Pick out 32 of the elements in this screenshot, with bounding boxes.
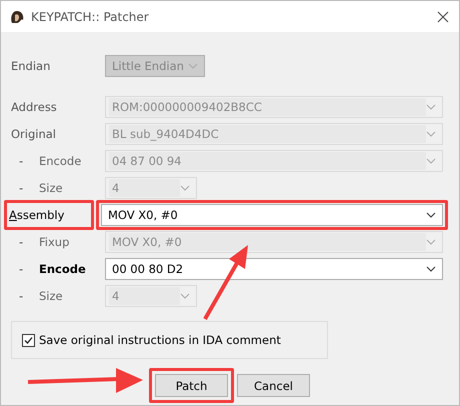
close-icon[interactable] <box>437 10 449 22</box>
window-title: KEYPATCH:: Patcher <box>31 10 150 24</box>
field-label: Assembly <box>9 208 64 222</box>
dropdown-field[interactable]: MOV X0, #0 <box>101 204 443 226</box>
chevron-icon <box>426 266 436 272</box>
field-label: Encode <box>38 262 86 276</box>
dash-mark: - <box>18 154 24 168</box>
app-icon <box>9 8 25 24</box>
chevron-icon <box>180 184 190 190</box>
chevron-icon <box>188 62 198 68</box>
field-label: Encode <box>38 154 82 168</box>
chevron-icon <box>426 130 436 136</box>
dash-mark: - <box>18 234 24 248</box>
field-label: Size <box>38 288 63 302</box>
field-label: Address <box>10 100 57 114</box>
field-label: Original <box>10 126 56 140</box>
dropdown-field[interactable]: 00 00 80 D2 <box>105 258 443 280</box>
chevron-icon <box>426 158 436 164</box>
checkbox[interactable] <box>22 334 35 346</box>
field-label: Endian <box>10 58 50 72</box>
field-label: Fixup <box>38 234 70 248</box>
dash-mark: - <box>18 262 24 276</box>
chevron-icon <box>426 238 436 244</box>
dialog-button[interactable]: Cancel <box>237 374 310 397</box>
dash-mark: - <box>18 180 24 194</box>
field-label: Size <box>38 180 63 194</box>
chevron-icon <box>180 292 190 298</box>
chevron-icon <box>426 104 436 110</box>
checkbox-label: Save original instructions in IDA comment <box>39 333 281 347</box>
dash-mark: - <box>18 288 24 302</box>
dialog-button[interactable]: Patch <box>155 374 228 397</box>
chevron-icon <box>426 212 436 218</box>
